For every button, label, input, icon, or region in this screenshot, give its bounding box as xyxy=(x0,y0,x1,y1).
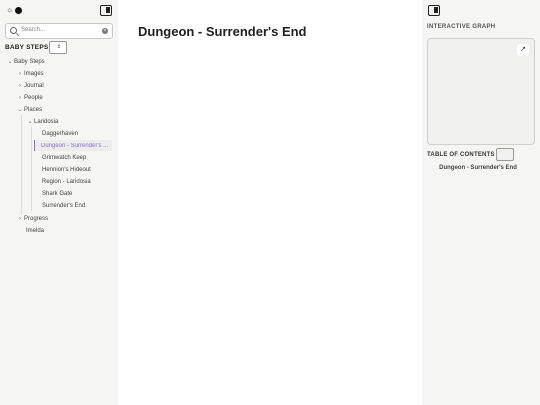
tree-file-surrenders-end[interactable]: Surrender's End xyxy=(42,200,85,211)
tree-file-imelda[interactable]: Imelda xyxy=(26,225,44,236)
chevron-right-icon: › xyxy=(19,94,21,101)
chevron-right-icon: › xyxy=(19,82,21,89)
chevron-down-icon: ⌄ xyxy=(7,59,13,65)
search-placeholder: Search... xyxy=(21,27,46,33)
chevron-down-icon: ⌄ xyxy=(27,119,33,125)
tree-guide-line xyxy=(31,127,32,211)
toc-toggle-button[interactable] xyxy=(495,148,514,161)
tree-label: Dungeon - Surrender's ... xyxy=(41,142,109,149)
page-title: Dungeon - Surrender's End xyxy=(138,24,307,39)
right-sidebar: INTERACTIVE GRAPH ↗ TABLE OF CONTENTS Du… xyxy=(422,0,540,405)
tree-label: Baby Steps xyxy=(14,58,45,65)
clear-search-icon[interactable]: × xyxy=(102,28,108,34)
graph-title: INTERACTIVE GRAPH xyxy=(427,24,496,30)
tree-file-shark-gate[interactable]: Shark Gate xyxy=(42,188,72,199)
tree-label: Places xyxy=(24,106,43,113)
chevron-down-icon: ⌄ xyxy=(17,107,23,113)
interactive-graph[interactable]: ↗ xyxy=(427,38,535,145)
search-input[interactable]: Search... × xyxy=(5,23,113,39)
tree-file-hennions-hideout[interactable]: Hennion's Hideout xyxy=(42,164,91,175)
tree-folder-baby-steps[interactable]: ⌄ Baby Steps xyxy=(6,56,45,67)
tree-file-daggerhaven[interactable]: Daggerhaven xyxy=(42,128,78,139)
tree-label: Grimwatch Keep xyxy=(42,154,87,161)
tree-folder-places[interactable]: ⌄ Places xyxy=(16,104,42,115)
left-sidebar: ☼ Search... × BABY STEPS ⌄ ⌃ ⌄ Baby Step… xyxy=(0,0,118,405)
chevron-up-icon: ⌃ xyxy=(56,47,62,53)
toc-header: TABLE OF CONTENTS xyxy=(427,148,514,161)
tree-label: Surrender's End xyxy=(42,202,86,209)
tree-folder-laridosia[interactable]: ⌄ Laridosia xyxy=(26,116,58,127)
tree-label: Imelda xyxy=(26,227,45,234)
vault-title: BABY STEPS xyxy=(5,44,49,51)
search-icon xyxy=(10,27,17,34)
tree-folder-journal[interactable]: › Journal xyxy=(16,80,44,91)
tree-guide-line xyxy=(21,115,22,215)
tree-folder-images[interactable]: › Images xyxy=(16,68,44,79)
theme-toggle[interactable]: ☼ xyxy=(6,6,23,14)
tree-folder-progress[interactable]: › Progress xyxy=(16,213,48,224)
tree-label: People xyxy=(24,94,43,101)
tree-folder-people[interactable]: › People xyxy=(16,92,43,103)
collapse-all-button[interactable]: ⌄ ⌃ xyxy=(49,41,68,54)
tree-label: Hennion's Hideout xyxy=(42,166,91,173)
tree-label: Shark Gate xyxy=(42,190,73,197)
tree-label: Region - Laridosia xyxy=(42,178,91,185)
tree-label: Journal xyxy=(24,82,44,89)
tree-file-region-laridosia[interactable]: Region - Laridosia xyxy=(42,176,91,187)
chevron-right-icon: › xyxy=(19,215,21,222)
expand-graph-icon[interactable]: ↗ xyxy=(517,44,529,56)
vault-header: BABY STEPS ⌄ ⌃ xyxy=(5,41,68,54)
toc-title: TABLE OF CONTENTS xyxy=(427,151,495,158)
tree-label: Daggerhaven xyxy=(42,130,79,137)
tree-file-dungeon-active[interactable]: Dungeon - Surrender's ... xyxy=(34,140,112,151)
chevron-right-icon: › xyxy=(19,70,21,77)
tree-label: Images xyxy=(24,70,44,77)
toc-item[interactable]: Dungeon - Surrender's End xyxy=(422,165,534,171)
tree-label: Progress xyxy=(24,215,49,222)
tree-label: Laridosia xyxy=(34,118,59,125)
right-sidebar-toggle-icon[interactable] xyxy=(428,5,440,16)
sidebar-toggle-icon[interactable] xyxy=(100,5,112,16)
dark-mode-icon[interactable] xyxy=(15,6,23,14)
sun-icon[interactable]: ☼ xyxy=(6,6,13,14)
tree-file-grimwatch-keep[interactable]: Grimwatch Keep xyxy=(42,152,86,163)
